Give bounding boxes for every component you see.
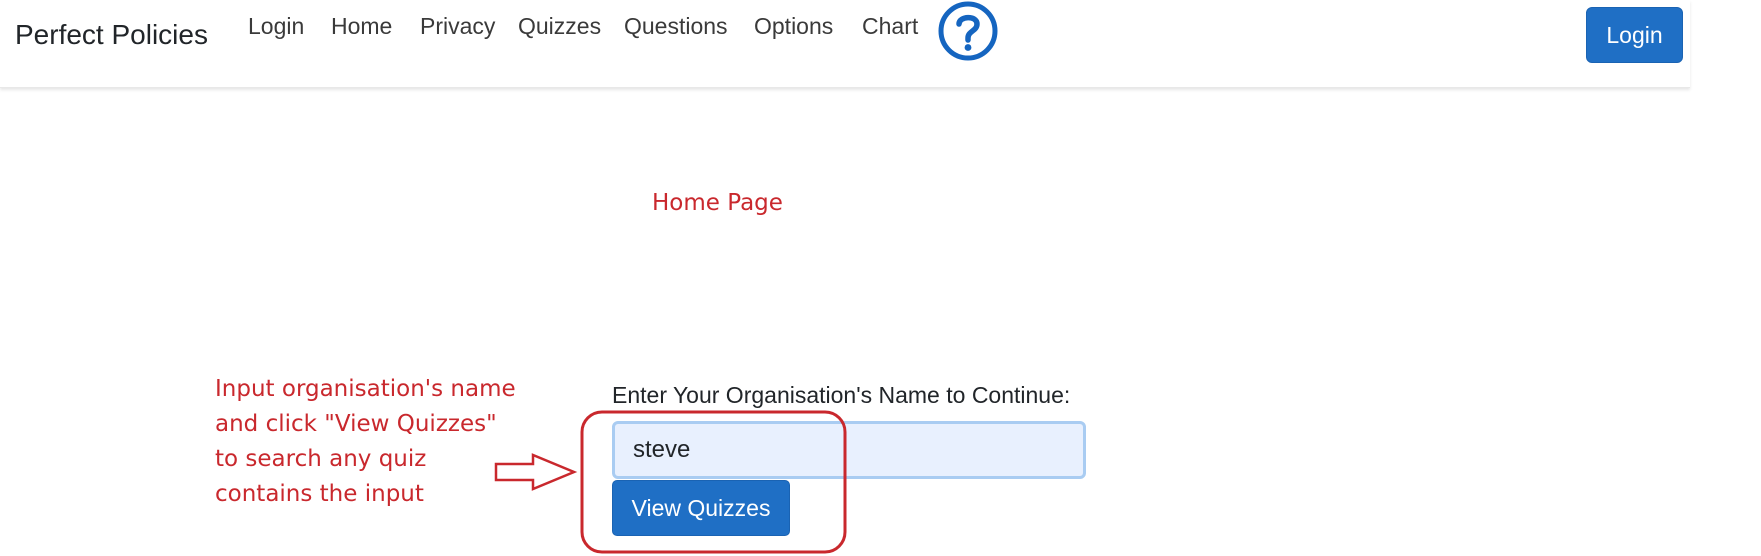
instruction-line: Input organisation's name	[215, 376, 516, 402]
nav-link-chart[interactable]: Chart	[862, 13, 918, 40]
question-circle-icon[interactable]	[937, 0, 999, 62]
nav-link-login[interactable]: Login	[248, 13, 304, 40]
organisation-label: Enter Your Organisation's Name to Contin…	[612, 382, 1071, 408]
view-quizzes-button[interactable]: View Quizzes	[612, 480, 790, 536]
top-navbar: Perfect Policies Login Home Privacy Quiz…	[0, 0, 1690, 88]
home-page-annotation: Home Page	[652, 190, 783, 216]
instruction-line: and click "View Quizzes"	[215, 411, 497, 437]
nav-link-privacy[interactable]: Privacy	[420, 13, 495, 40]
nav-link-quizzes[interactable]: Quizzes	[518, 13, 601, 40]
instruction-annotation: Input organisation's name and click "Vie…	[215, 372, 516, 512]
nav-link-questions[interactable]: Questions	[624, 13, 728, 40]
instruction-line: contains the input	[215, 481, 424, 507]
brand-title[interactable]: Perfect Policies	[15, 19, 208, 51]
organisation-input[interactable]	[612, 421, 1086, 479]
instruction-line: to search any quiz	[215, 446, 427, 472]
nav-link-options[interactable]: Options	[754, 13, 833, 40]
nav-link-home[interactable]: Home	[331, 13, 392, 40]
login-button[interactable]: Login	[1586, 7, 1683, 63]
